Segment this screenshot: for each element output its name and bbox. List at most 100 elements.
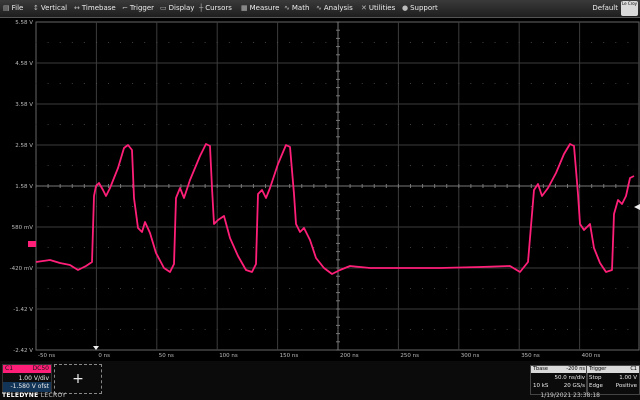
menu-analysis[interactable]: ∿ Analysis [316, 0, 353, 17]
menu-vertical[interactable]: ↕ Vertical [33, 0, 67, 17]
grid-dot [156, 124, 158, 125]
menu-measure[interactable]: ▦ Measure [241, 0, 279, 17]
grid-dot [506, 329, 508, 330]
grid-dot [579, 329, 581, 330]
grid-dot [434, 288, 436, 289]
grid-dot [228, 247, 230, 248]
grid-dot [107, 329, 109, 330]
menu-file[interactable]: ▤ File [3, 0, 23, 17]
grid-dot [107, 42, 109, 43]
grid-dot [47, 83, 49, 84]
grid-dot [132, 124, 134, 125]
menu-trigger[interactable]: ⌐ Trigger [122, 0, 154, 17]
grid-dot [518, 288, 520, 289]
add-channel-button[interactable]: + [54, 364, 102, 394]
grid-dot [458, 165, 460, 166]
grid-dot [228, 83, 230, 84]
grid-dot [228, 329, 230, 330]
grid-dot [422, 42, 424, 43]
grid-dot [35, 165, 37, 166]
menu-utilities[interactable]: ✕ Utilities [361, 0, 395, 17]
grid-dot [120, 83, 122, 84]
grid-dot [252, 247, 254, 248]
grid-dot [567, 124, 569, 125]
trigger-descriptor[interactable]: Trigger C1 Stop 1.00 V Edge Positive [586, 365, 640, 395]
grid-dot [204, 124, 206, 125]
grid-dot [615, 288, 617, 289]
grid-dot [252, 206, 254, 207]
grid-dot [289, 206, 291, 207]
grid-dot [240, 124, 242, 125]
grid-dot [422, 124, 424, 125]
grid-dot [458, 124, 460, 125]
menu-measure-label: Measure [249, 4, 280, 12]
grid-dot [482, 165, 484, 166]
grid-dot [144, 288, 146, 289]
waveform-grid[interactable]: 5.58 V 4.58 V 3.58 V 2.58 V 1.58 V 580 mV -420… [0, 18, 640, 361]
grid-dot [458, 42, 460, 43]
grid-dot [95, 124, 97, 125]
menu-utilities-label: Utilities [368, 4, 396, 12]
x-axis-label: 150 ns [280, 353, 299, 359]
grid-dot [192, 42, 194, 43]
grid-dot [240, 206, 242, 207]
grid-dot [373, 83, 375, 84]
grid-dot [301, 42, 303, 43]
grid-dot [434, 165, 436, 166]
grid-dot [373, 288, 375, 289]
grid-dot [252, 42, 254, 43]
grid-dot [567, 83, 569, 84]
grid-dot [385, 288, 387, 289]
menu-cursors[interactable]: ┼ Cursors [199, 0, 232, 17]
grid-dot [615, 124, 617, 125]
grid-dot [494, 247, 496, 248]
channel-1-marker [28, 241, 36, 247]
grid-dot [168, 288, 170, 289]
grid-dot [627, 247, 629, 248]
grid-dot [192, 247, 194, 248]
grid-dot [409, 165, 411, 166]
grid-dot [240, 288, 242, 289]
grid-dot [325, 165, 327, 166]
grid-dot [120, 124, 122, 125]
grid-dot [71, 42, 73, 43]
timebase-descriptor[interactable]: Tbase -200 ns 50.0 ns/div 10 kS 20 GS/s [530, 365, 588, 395]
grid-dot [603, 288, 605, 289]
status-bar: C1 DC50 1.00 V/div -1.580 V ofst + Tbase… [0, 361, 640, 400]
grid-dot [506, 124, 508, 125]
grid-dot [156, 329, 158, 330]
grid-dot [216, 247, 218, 248]
grid-dot [397, 329, 399, 330]
grid-dot [47, 124, 49, 125]
channel-descriptor[interactable]: C1 DC50 1.00 V/div -1.580 V ofst [2, 364, 52, 394]
grid-dot [579, 83, 581, 84]
menu-math[interactable]: ∿ Math [284, 0, 309, 17]
menu-support[interactable]: ● Support [402, 0, 438, 17]
grid-dot [470, 329, 472, 330]
grid-dot [180, 288, 182, 289]
grid-dot [554, 288, 556, 289]
grid-dot [361, 288, 363, 289]
grid-dot [47, 206, 49, 207]
menu-timebase[interactable]: ↔ Timebase [74, 0, 116, 17]
grid-dot [277, 42, 279, 43]
grid-dot [180, 42, 182, 43]
grid-dot [180, 124, 182, 125]
menu-display[interactable]: ▭ Display [160, 0, 194, 17]
grid-dot [482, 329, 484, 330]
lecroy-logo-button[interactable]: Le Croy [621, 1, 638, 16]
grid-dot [35, 247, 37, 248]
grid-dot [530, 83, 532, 84]
grid-dot [506, 42, 508, 43]
grid-dot [156, 165, 158, 166]
preset-label[interactable]: Default [592, 0, 618, 17]
grid-dot [494, 165, 496, 166]
grid-dot [95, 288, 97, 289]
waveform-display[interactable]: 5.58 V 4.58 V 3.58 V 2.58 V 1.58 V 580 mV -420… [0, 18, 640, 361]
grid-dot [289, 124, 291, 125]
trigger-icon: ⌐ [122, 4, 128, 12]
grid-dot [603, 329, 605, 330]
grid-dot [627, 83, 629, 84]
grid-dot [107, 247, 109, 248]
grid-dot [482, 124, 484, 125]
